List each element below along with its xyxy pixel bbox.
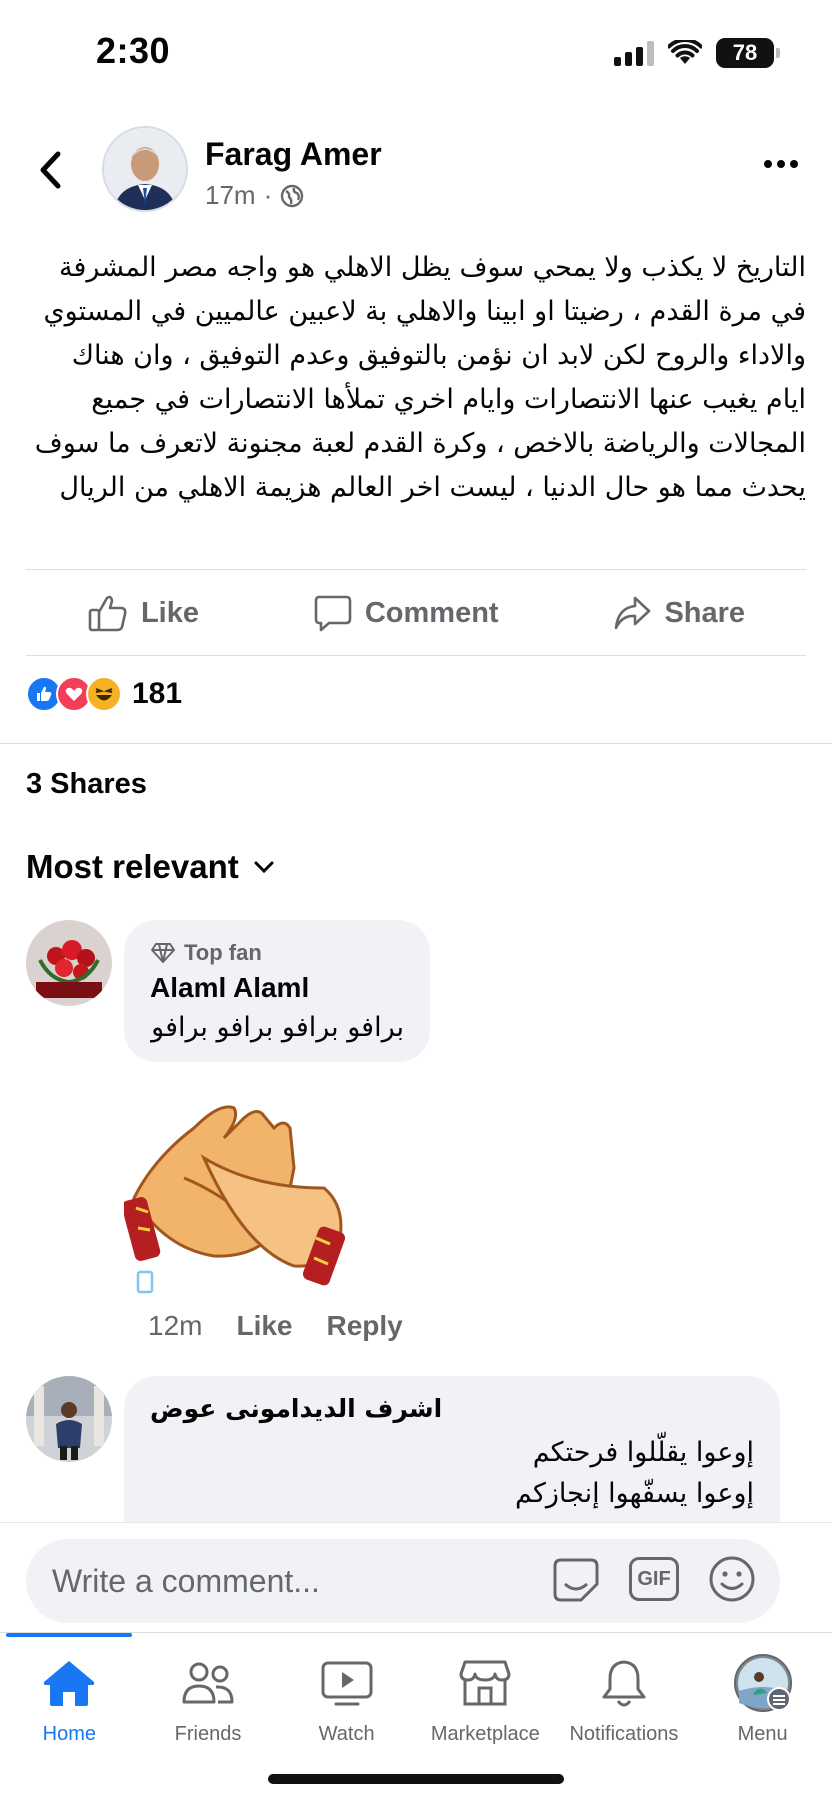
author-avatar[interactable] <box>102 126 188 212</box>
emoji-button[interactable] <box>706 1553 758 1605</box>
diamond-icon <box>151 943 175 963</box>
comment-like-button[interactable]: Like <box>236 1310 292 1342</box>
share-button[interactable]: Share <box>612 594 745 632</box>
active-tab-indicator <box>6 1633 132 1637</box>
post-header: Farag Amer 17m · <box>0 120 832 220</box>
divider <box>26 655 806 656</box>
more-options-button[interactable] <box>764 160 798 168</box>
chevron-left-icon <box>40 151 61 189</box>
gif-button[interactable]: GIF <box>628 1553 680 1605</box>
tab-watch[interactable]: Watch <box>277 1655 416 1746</box>
globe-icon <box>281 184 304 207</box>
top-fan-label: Top fan <box>184 940 262 965</box>
reactions-summary[interactable]: 181 <box>26 676 182 712</box>
tab-label: Notifications <box>569 1723 679 1745</box>
sort-label: Most relevant <box>26 848 239 885</box>
author-name[interactable]: Farag Amer <box>205 136 382 173</box>
comment-input[interactable]: Write a comment... GIF <box>26 1539 780 1623</box>
tab-label: Menu <box>737 1723 788 1745</box>
bell-icon <box>602 1660 646 1707</box>
signal-icon <box>614 40 654 66</box>
shares-count[interactable]: 3 Shares <box>26 768 147 801</box>
post-time[interactable]: 17m <box>205 180 256 211</box>
top-fan-badge: Top fan <box>150 940 404 966</box>
comment-text-line: إوعوا يسفّهوا إنجازكم <box>515 1478 754 1509</box>
commenter-avatar[interactable] <box>26 1376 112 1462</box>
comment-bubble[interactable]: اشرف الديدامونى عوض إوعوا يقلّلوا فرحتكم… <box>124 1376 780 1522</box>
like-label: Like <box>140 596 199 629</box>
comment-icon <box>314 595 352 632</box>
comment-text-line: إوعوا يقلّلوا فرحتكم <box>532 1437 754 1468</box>
gif-icon: GIF <box>629 1557 679 1601</box>
menu-avatar-icon <box>733 1654 792 1712</box>
like-button[interactable]: Like <box>87 593 199 633</box>
tab-marketplace[interactable]: Marketplace <box>416 1655 555 1746</box>
tab-friends[interactable]: Friends <box>139 1655 278 1746</box>
tab-menu[interactable]: Menu <box>693 1654 832 1746</box>
friends-icon <box>182 1662 234 1704</box>
comment-placeholder: Write a comment... <box>52 1563 320 1599</box>
commenter-name[interactable]: اشرف الديدامونى عوض <box>150 1394 754 1423</box>
status-time: 2:30 <box>96 30 171 71</box>
chevron-down-icon <box>254 861 274 874</box>
clapping-hands-sticker <box>121 1088 354 1298</box>
comment-label: Comment <box>364 596 499 629</box>
home-indicator <box>268 1774 564 1784</box>
tab-label: Watch <box>318 1723 375 1745</box>
thumbs-up-icon <box>88 595 127 632</box>
tab-label: Home <box>42 1723 96 1745</box>
haha-reaction-icon <box>86 676 122 712</box>
post-meta: 17m · <box>205 180 304 211</box>
tab-home[interactable]: Home <box>0 1655 139 1746</box>
composer-icons: GIF <box>550 1553 758 1605</box>
share-icon <box>615 596 651 630</box>
tab-notifications[interactable]: Notifications <box>555 1655 694 1746</box>
comment-meta: 12m Like Reply <box>148 1310 403 1342</box>
post-text: التاريخ لا يكذب ولا يمحي سوف يظل الاهلي … <box>34 252 806 503</box>
divider <box>26 569 806 570</box>
post-action-bar: Like Comment Share <box>0 580 832 646</box>
watch-icon <box>321 1661 373 1706</box>
sort-dropdown[interactable]: Most relevant <box>26 848 275 886</box>
comment-reply-button[interactable]: Reply <box>327 1310 403 1342</box>
comment-composer-bar: Write a comment... GIF <box>0 1522 832 1632</box>
commenter-name[interactable]: Alaml Alaml <box>150 972 404 1004</box>
smiley-icon <box>709 1556 755 1602</box>
commenter-avatar[interactable] <box>26 920 112 1006</box>
comment-button[interactable]: Comment <box>313 593 499 633</box>
bottom-tab-bar: Home Friends Watch Marketplace Notificat… <box>0 1632 832 1800</box>
comment-bubble[interactable]: Top fan Alaml Alaml برافو برافو برافو بر… <box>124 920 430 1062</box>
back-button[interactable] <box>28 148 72 192</box>
wifi-icon <box>668 40 702 64</box>
divider <box>0 743 832 744</box>
marketplace-icon <box>459 1660 511 1706</box>
sticker-button[interactable] <box>550 1553 602 1605</box>
comment-time[interactable]: 12m <box>148 1310 202 1342</box>
tab-label: Marketplace <box>430 1723 540 1745</box>
reaction-count: 181 <box>132 677 183 710</box>
comment-text: برافو برافو برافو برافو <box>151 1012 404 1043</box>
meta-separator: · <box>263 180 273 210</box>
battery-icon: 78 <box>716 38 780 68</box>
status-icons: 78 <box>614 38 780 68</box>
share-label: Share <box>664 596 746 629</box>
sticker-icon <box>553 1558 599 1602</box>
tab-label: Friends <box>174 1723 242 1745</box>
home-icon <box>44 1661 95 1706</box>
status-bar: 2:30 78 <box>0 0 832 110</box>
